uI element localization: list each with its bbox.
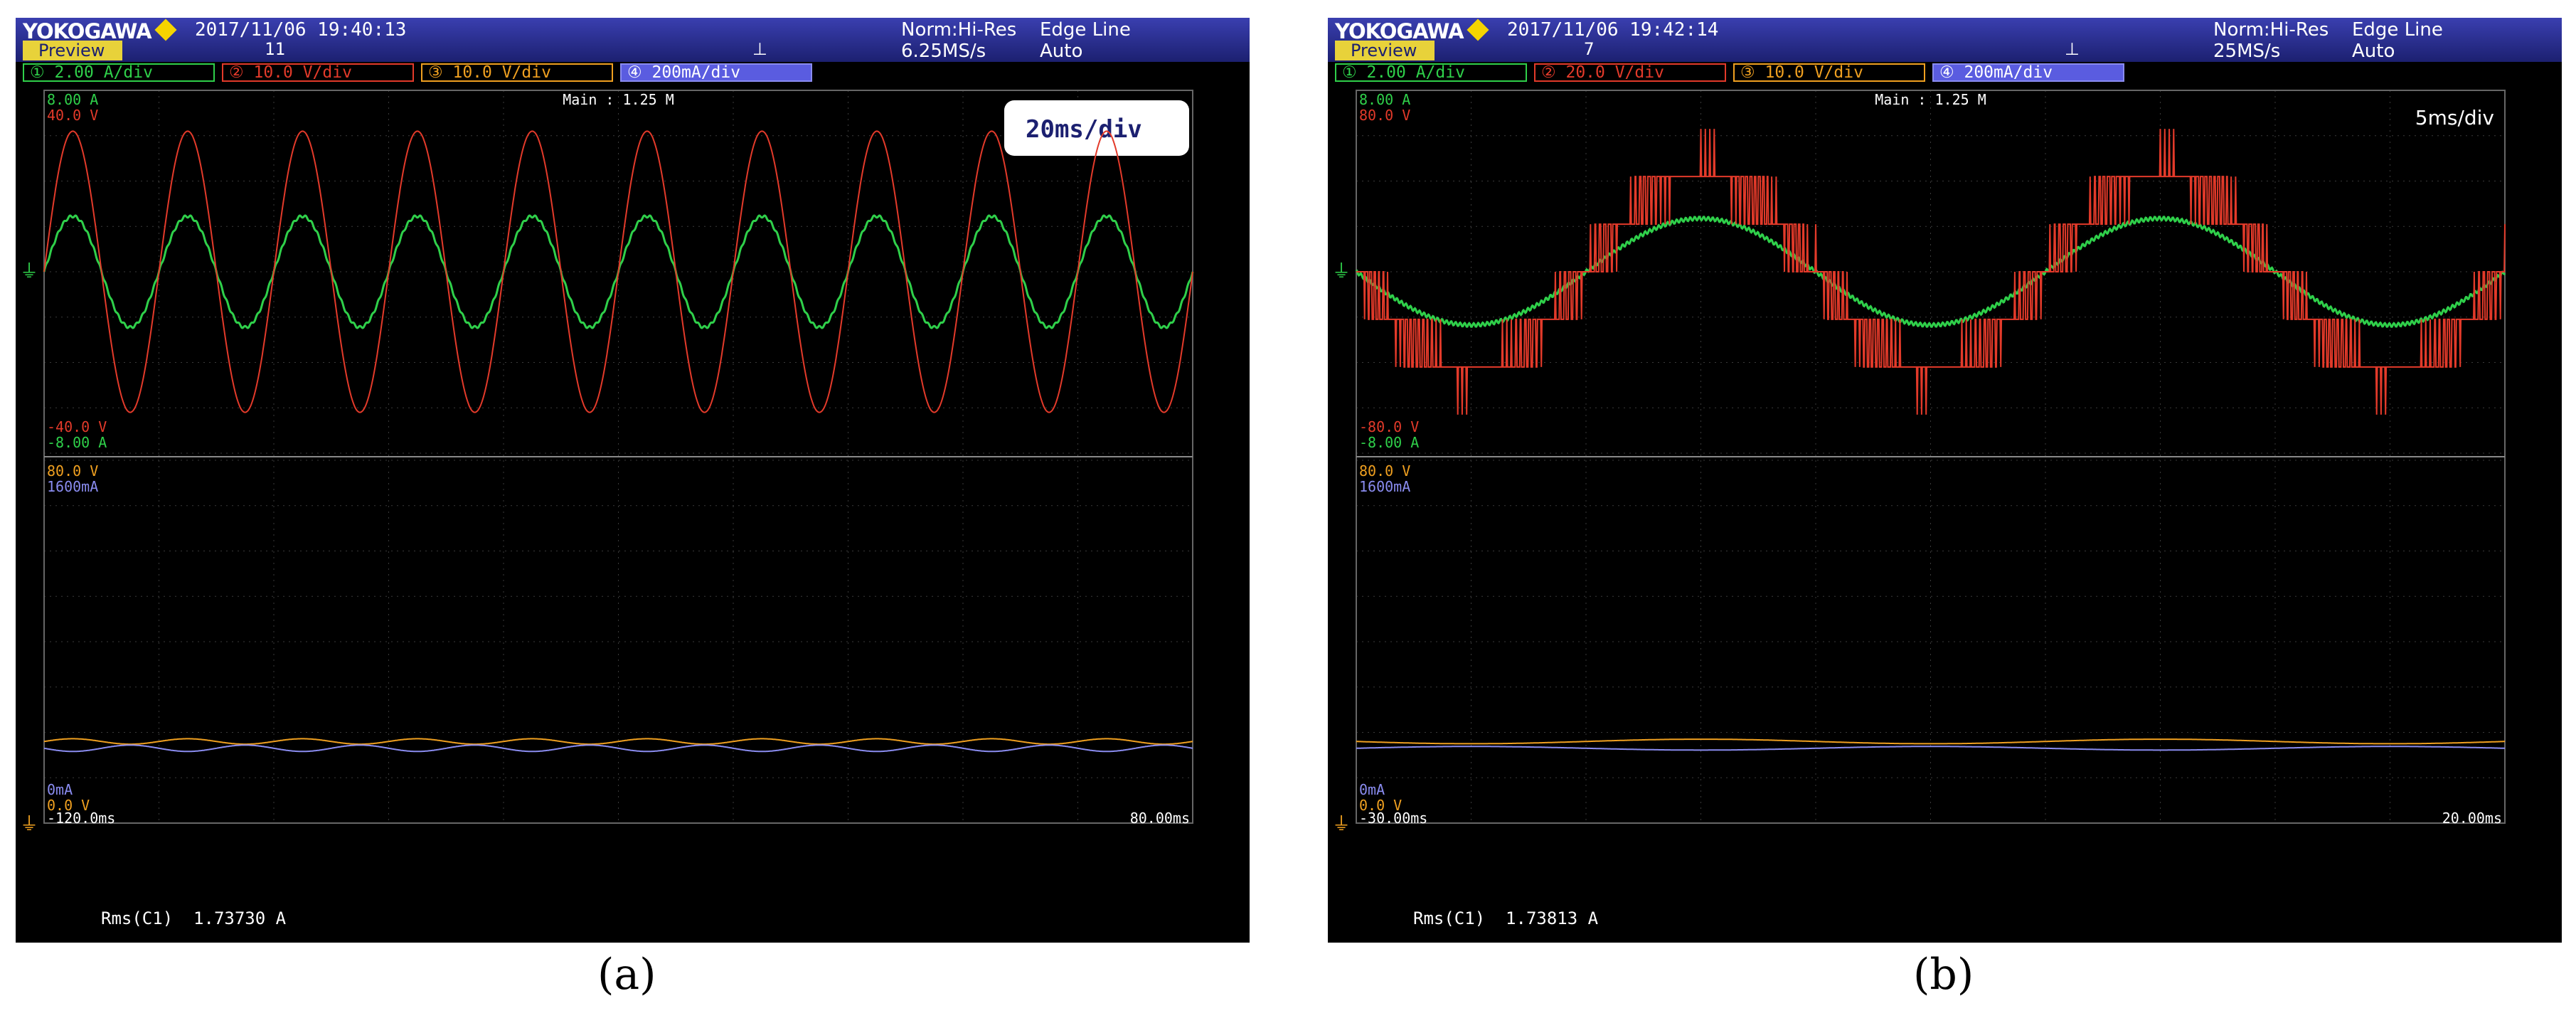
time-start-label: -30.00ms xyxy=(1359,810,1427,827)
ground-marker-lower: ⏚ xyxy=(20,814,38,835)
lower-top-scale-ch4: 1600mA xyxy=(1359,478,1410,495)
upper-top-scale-ch2: 80.0 V xyxy=(1359,107,1410,124)
preview-badge[interactable]: Preview xyxy=(1335,41,1435,60)
upper-bottom-scale-ch1: -8.00 A xyxy=(47,434,107,451)
channel-bar: ① 2.00 A/div ② 10.0 V/div ③ 10.0 V/div ④… xyxy=(16,62,1250,83)
channel-2-scale[interactable]: ② 20.0 V/div xyxy=(1534,63,1726,82)
lower-bottom-scale-ch4: 0mA xyxy=(1359,781,1385,798)
waveform-ch2 xyxy=(1356,129,2506,415)
ground-marker-lower: ⏚ xyxy=(1332,814,1351,835)
time-start-label: -120.0ms xyxy=(47,810,115,827)
rms-measurement: Rms(C1) 1.73730 A xyxy=(101,908,287,928)
panel-label-b: (b) xyxy=(1913,950,1974,1000)
acq-count: 11 xyxy=(265,39,285,59)
timebase-label: 20ms/div xyxy=(1026,115,1142,144)
channel-3-scale[interactable]: ③ 10.0 V/div xyxy=(421,63,613,82)
main-record-label: Main : 1.25 M xyxy=(563,91,674,108)
channel-4-scale[interactable]: ④ 200mA/div xyxy=(620,63,812,82)
upper-top-scale-ch1: 8.00 A xyxy=(47,91,98,108)
ground-marker-upper: ⏚ xyxy=(20,261,38,282)
acq-mode: Norm:Hi-Res 25MS/s xyxy=(2213,19,2329,62)
waveform-display-a: ⏚ ⏚ 8.00 A40.0 V -40.0 V-8.00 A 80.0 V1600mA… xyxy=(20,90,1194,835)
scope-header: YOKOGAWA 2017/11/06 19:40:13 Norm:Hi-Res… xyxy=(16,18,1250,62)
channel-3-scale[interactable]: ③ 10.0 V/div xyxy=(1733,63,1925,82)
lower-bottom-scale-ch4: 0mA xyxy=(47,781,73,798)
acq-count: 7 xyxy=(1584,39,1595,59)
brand-logo: YOKOGAWA xyxy=(23,19,152,43)
datetime: 2017/11/06 19:42:14 xyxy=(1507,19,1719,41)
time-end-label: 20.00ms xyxy=(2442,810,2502,827)
rms-measurement: Rms(C1) 1.73813 A xyxy=(1413,908,1599,928)
upper-bottom-scale-ch2: -80.0 V xyxy=(1359,418,1419,435)
main-record-label: Main : 1.25 M xyxy=(1875,91,1986,108)
lower-top-scale-ch3: 80.0 V xyxy=(1359,462,1410,479)
upper-bottom-scale-ch2: -40.0 V xyxy=(47,418,107,435)
oscilloscope-panel-b: YOKOGAWA 2017/11/06 19:42:14 Norm:Hi-Res… xyxy=(1328,18,2562,943)
upper-top-scale-ch2: 40.0 V xyxy=(47,107,98,124)
scope-header: YOKOGAWA 2017/11/06 19:42:14 Norm:Hi-Res… xyxy=(1328,18,2562,62)
brand-diamond-icon xyxy=(154,18,177,41)
channel-2-scale[interactable]: ② 10.0 V/div xyxy=(222,63,414,82)
trigger-icon: ⊥ xyxy=(752,39,767,59)
trigger-info: Edge Line Auto xyxy=(2352,19,2443,62)
lower-top-scale-ch3: 80.0 V xyxy=(47,462,98,479)
time-end-label: 80.00ms xyxy=(1130,810,1190,827)
upper-top-scale-ch1: 8.00 A xyxy=(1359,91,1410,108)
timebase-label: 5ms/div xyxy=(2415,106,2494,129)
acq-mode: Norm:Hi-Res 6.25MS/s xyxy=(901,19,1017,62)
upper-bottom-scale-ch1: -8.00 A xyxy=(1359,434,1419,451)
lower-top-scale-ch4: 1600mA xyxy=(47,478,98,495)
ground-marker-upper: ⏚ xyxy=(1332,261,1351,282)
trigger-icon: ⊥ xyxy=(2065,39,2080,59)
brand-diamond-icon xyxy=(1467,18,1489,41)
waveform-ch4 xyxy=(1356,746,2505,751)
oscilloscope-panel-a: YOKOGAWA 2017/11/06 19:40:13 Norm:Hi-Res… xyxy=(16,18,1250,943)
waveform-display-b: ⏚⏚8.00 A80.0 V-80.0 V-8.00 A80.0 V1600mA… xyxy=(1332,90,2506,835)
panel-label-a: (a) xyxy=(597,950,656,1000)
channel-1-scale[interactable]: ① 2.00 A/div xyxy=(23,63,215,82)
channel-1-scale[interactable]: ① 2.00 A/div xyxy=(1335,63,1527,82)
channel-4-scale[interactable]: ④ 200mA/div xyxy=(1932,63,2124,82)
datetime: 2017/11/06 19:40:13 xyxy=(195,19,407,41)
channel-bar: ① 2.00 A/div ② 20.0 V/div ③ 10.0 V/div ④… xyxy=(1328,62,2562,83)
trigger-info: Edge Line Auto xyxy=(1040,19,1131,62)
preview-badge[interactable]: Preview xyxy=(23,41,122,60)
brand-logo: YOKOGAWA xyxy=(1335,19,1464,43)
